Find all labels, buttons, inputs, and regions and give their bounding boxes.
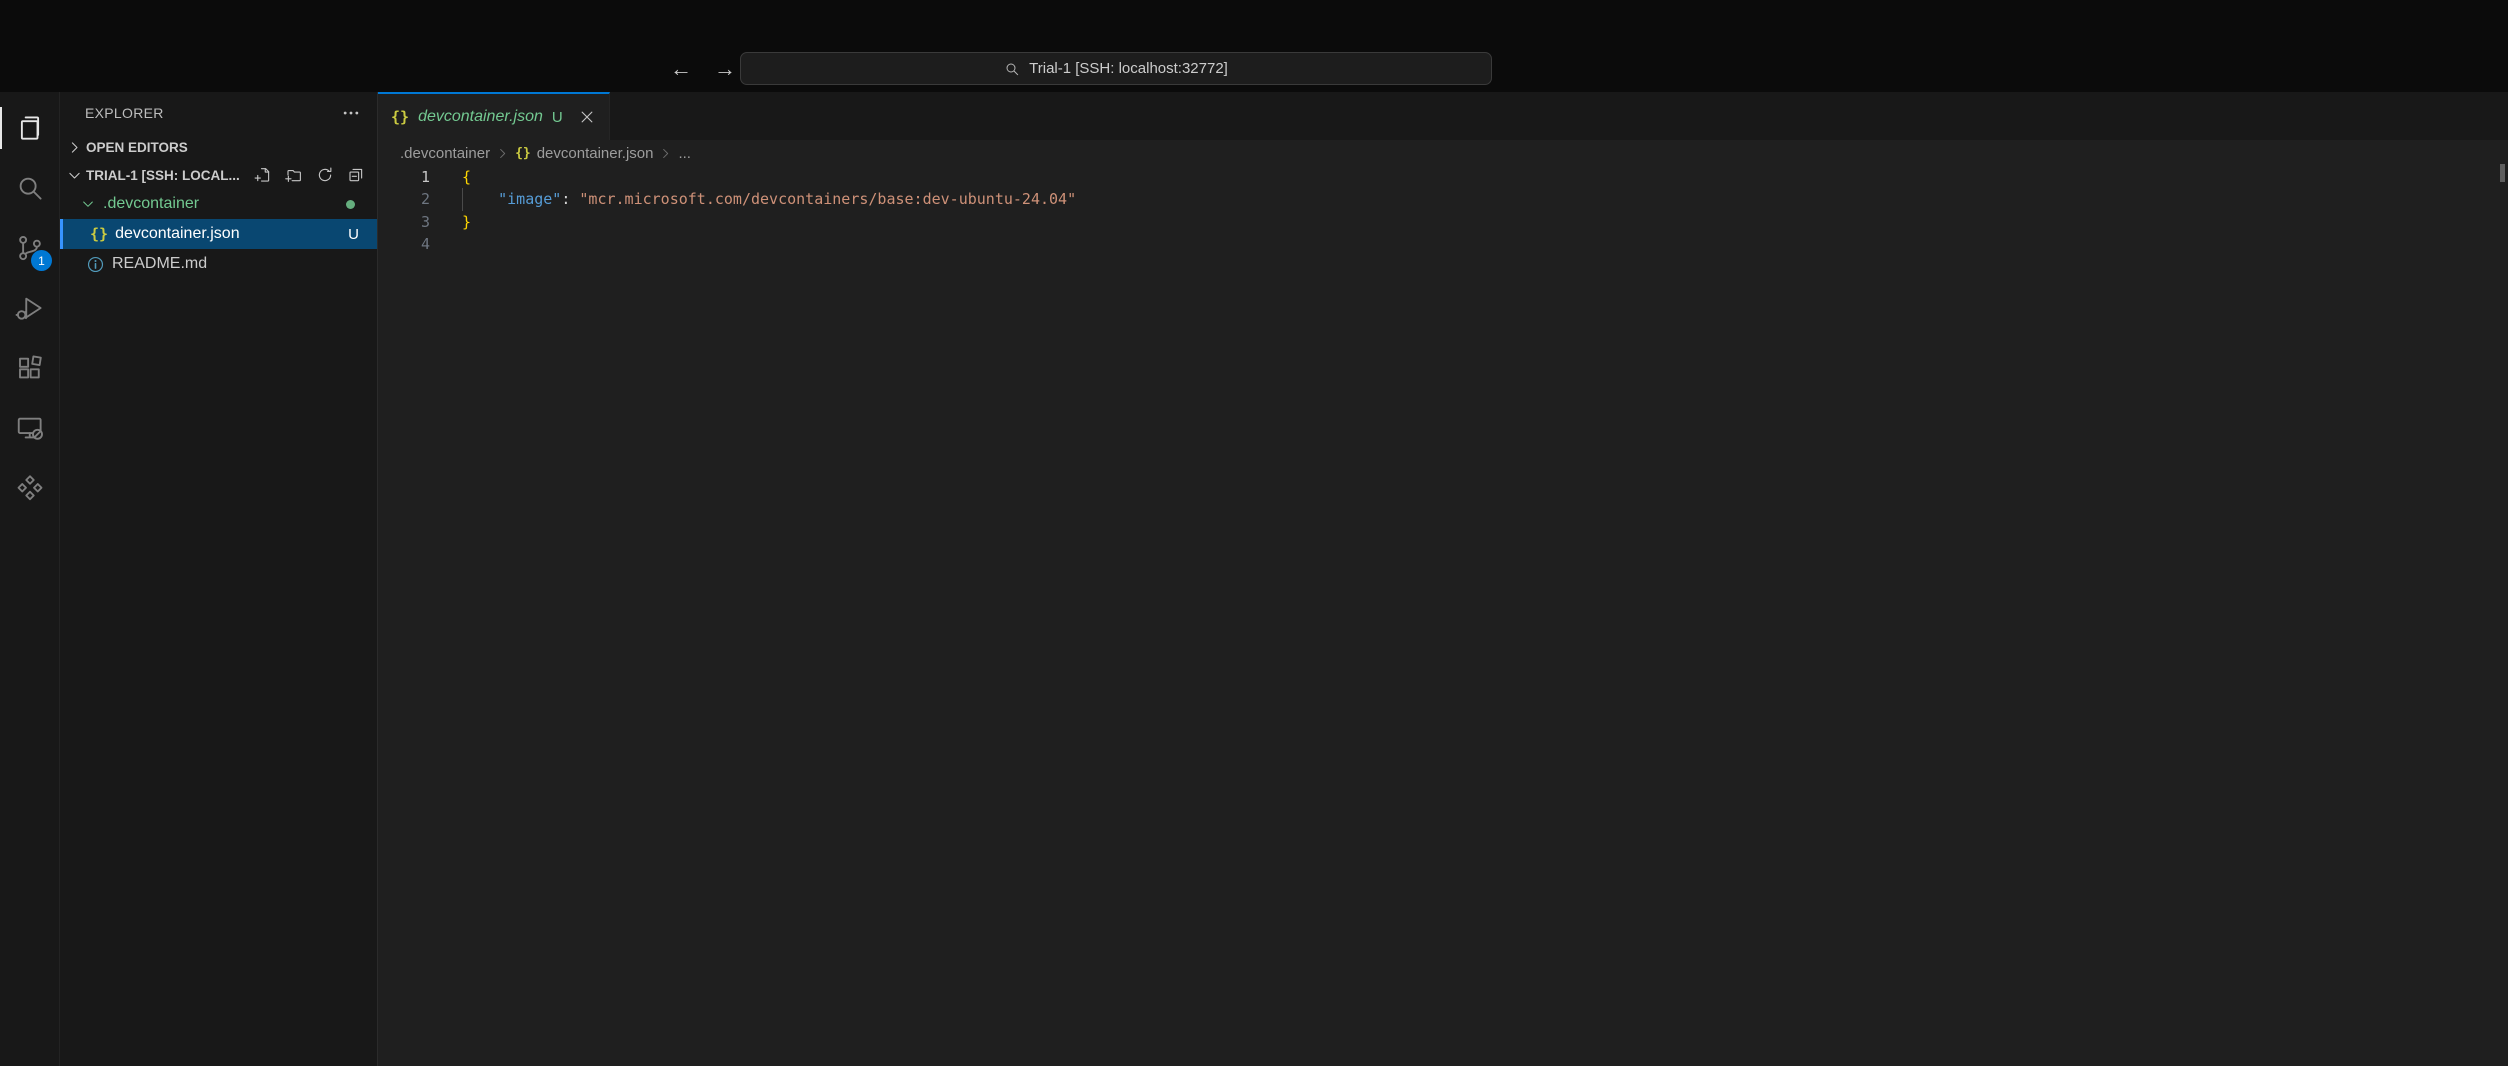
code-text: "image": "mcr.microsoft.com/devcontainer…: [462, 188, 1076, 210]
workspace-actions: [254, 166, 377, 184]
activity-item-extensions[interactable]: [0, 338, 59, 398]
vscode-window: ← → Trial-1 [SSH: localhost:32772] 1 EXP…: [0, 0, 2508, 1066]
code-token: [462, 190, 498, 208]
search-icon: [1004, 61, 1020, 77]
json-icon: {}: [515, 146, 531, 161]
activity-item-containers[interactable]: [0, 458, 59, 518]
activity-item-explorer[interactable]: [0, 98, 59, 158]
breadcrumb-label: devcontainer.json: [537, 145, 654, 162]
code-token: "mcr.microsoft.com/devcontainers/base:de…: [579, 190, 1076, 208]
code-line: 3}: [378, 211, 2508, 233]
folder-label: .devcontainer: [103, 195, 199, 213]
activity-item-search[interactable]: [0, 158, 59, 218]
tree-item-devcontainer-json[interactable]: {} devcontainer.json U: [60, 219, 377, 249]
open-editors-section[interactable]: OPEN EDITORS: [60, 133, 377, 161]
tab-bar: {} devcontainer.json U: [378, 92, 2508, 140]
chevron-right-icon: [658, 146, 673, 161]
new-folder-icon[interactable]: [285, 166, 303, 184]
source-control-badge: 1: [31, 250, 52, 271]
code-line: 1{: [378, 166, 2508, 188]
breadcrumb-item[interactable]: .devcontainer: [400, 145, 490, 162]
command-center[interactable]: Trial-1 [SSH: localhost:32772]: [740, 52, 1492, 85]
code-text: }: [462, 211, 471, 233]
overview-ruler-mark: [2500, 164, 2505, 182]
code-line: 4: [378, 233, 2508, 255]
git-modified-dot: [346, 200, 355, 209]
chevron-down-icon: [80, 196, 96, 212]
explorer-sidebar: EXPLORER OPEN EDITORS TRIAL-1 [SSH: LOCA…: [60, 92, 378, 1066]
file-tree: .devcontainer {} devcontainer.json U README.…: [60, 189, 377, 279]
open-editors-label: OPEN EDITORS: [86, 140, 188, 155]
new-file-icon[interactable]: [254, 166, 272, 184]
breadcrumb-item[interactable]: ...: [678, 145, 691, 162]
breadcrumbs: .devcontainer {} devcontainer.json...: [378, 140, 2508, 166]
nav-back-button[interactable]: ←: [664, 54, 698, 84]
chevron-right-icon: [66, 139, 83, 156]
breadcrumb-label: .devcontainer: [400, 145, 490, 162]
nav-arrows: ← →: [664, 46, 742, 92]
code-token: "image": [498, 190, 561, 208]
remote-explorer-icon: [15, 413, 45, 443]
breadcrumb-item[interactable]: {} devcontainer.json: [515, 145, 653, 162]
sidebar-header: EXPLORER: [60, 92, 377, 133]
code-token: }: [462, 213, 471, 231]
collapse-all-icon[interactable]: [347, 166, 365, 184]
code-token: {: [462, 168, 471, 186]
tree-item-readme-md[interactable]: README.md: [60, 249, 377, 279]
activity-item-remote-explorer[interactable]: [0, 398, 59, 458]
run-debug-icon: [15, 293, 45, 323]
tree-item--devcontainer[interactable]: .devcontainer: [60, 189, 377, 219]
code-line: 2 "image": "mcr.microsoft.com/devcontain…: [378, 188, 2508, 210]
workspace-section[interactable]: TRIAL-1 [SSH: LOCAL...: [60, 161, 377, 189]
line-number: 3: [378, 211, 430, 233]
json-icon: {}: [90, 225, 108, 243]
activity-item-run-debug[interactable]: [0, 278, 59, 338]
sidebar-title: EXPLORER: [85, 105, 164, 121]
activity-item-source-control[interactable]: 1: [0, 218, 59, 278]
tab-devcontainer-json[interactable]: {} devcontainer.json U: [378, 92, 610, 140]
refresh-icon[interactable]: [316, 166, 334, 184]
editor-area: {} devcontainer.json U .devcontainer {} de…: [378, 92, 2508, 1066]
containers-icon: [15, 473, 45, 503]
search-icon: [15, 173, 45, 203]
tab-label: devcontainer.json: [418, 108, 543, 126]
chevron-right-icon: [495, 146, 510, 161]
json-icon: {}: [391, 108, 409, 126]
line-number: 1: [378, 166, 430, 188]
extensions-icon: [15, 353, 45, 383]
file-label: README.md: [112, 255, 207, 273]
code-text: {: [462, 166, 471, 188]
code-token: :: [561, 190, 579, 208]
git-status-badge: U: [348, 226, 359, 243]
indent-guide: [462, 188, 463, 210]
tab-git-badge: U: [552, 109, 563, 126]
breadcrumb-label: ...: [678, 145, 691, 162]
close-icon[interactable]: [578, 108, 596, 126]
line-number: 4: [378, 233, 430, 255]
files-icon: [15, 113, 45, 143]
line-number: 2: [378, 188, 430, 210]
chevron-down-icon: [66, 167, 83, 184]
more-actions-icon[interactable]: [341, 103, 361, 123]
file-label: devcontainer.json: [115, 225, 240, 243]
nav-forward-button[interactable]: →: [708, 54, 742, 84]
code-editor[interactable]: 1{2 "image": "mcr.microsoft.com/devconta…: [378, 166, 2508, 256]
info-icon: [86, 255, 105, 274]
activity-bar: 1: [0, 92, 60, 1066]
title-bar: ← → Trial-1 [SSH: localhost:32772]: [0, 0, 2508, 92]
workspace-label: TRIAL-1 [SSH: LOCAL...: [86, 168, 240, 183]
command-center-label: Trial-1 [SSH: localhost:32772]: [1029, 60, 1228, 77]
